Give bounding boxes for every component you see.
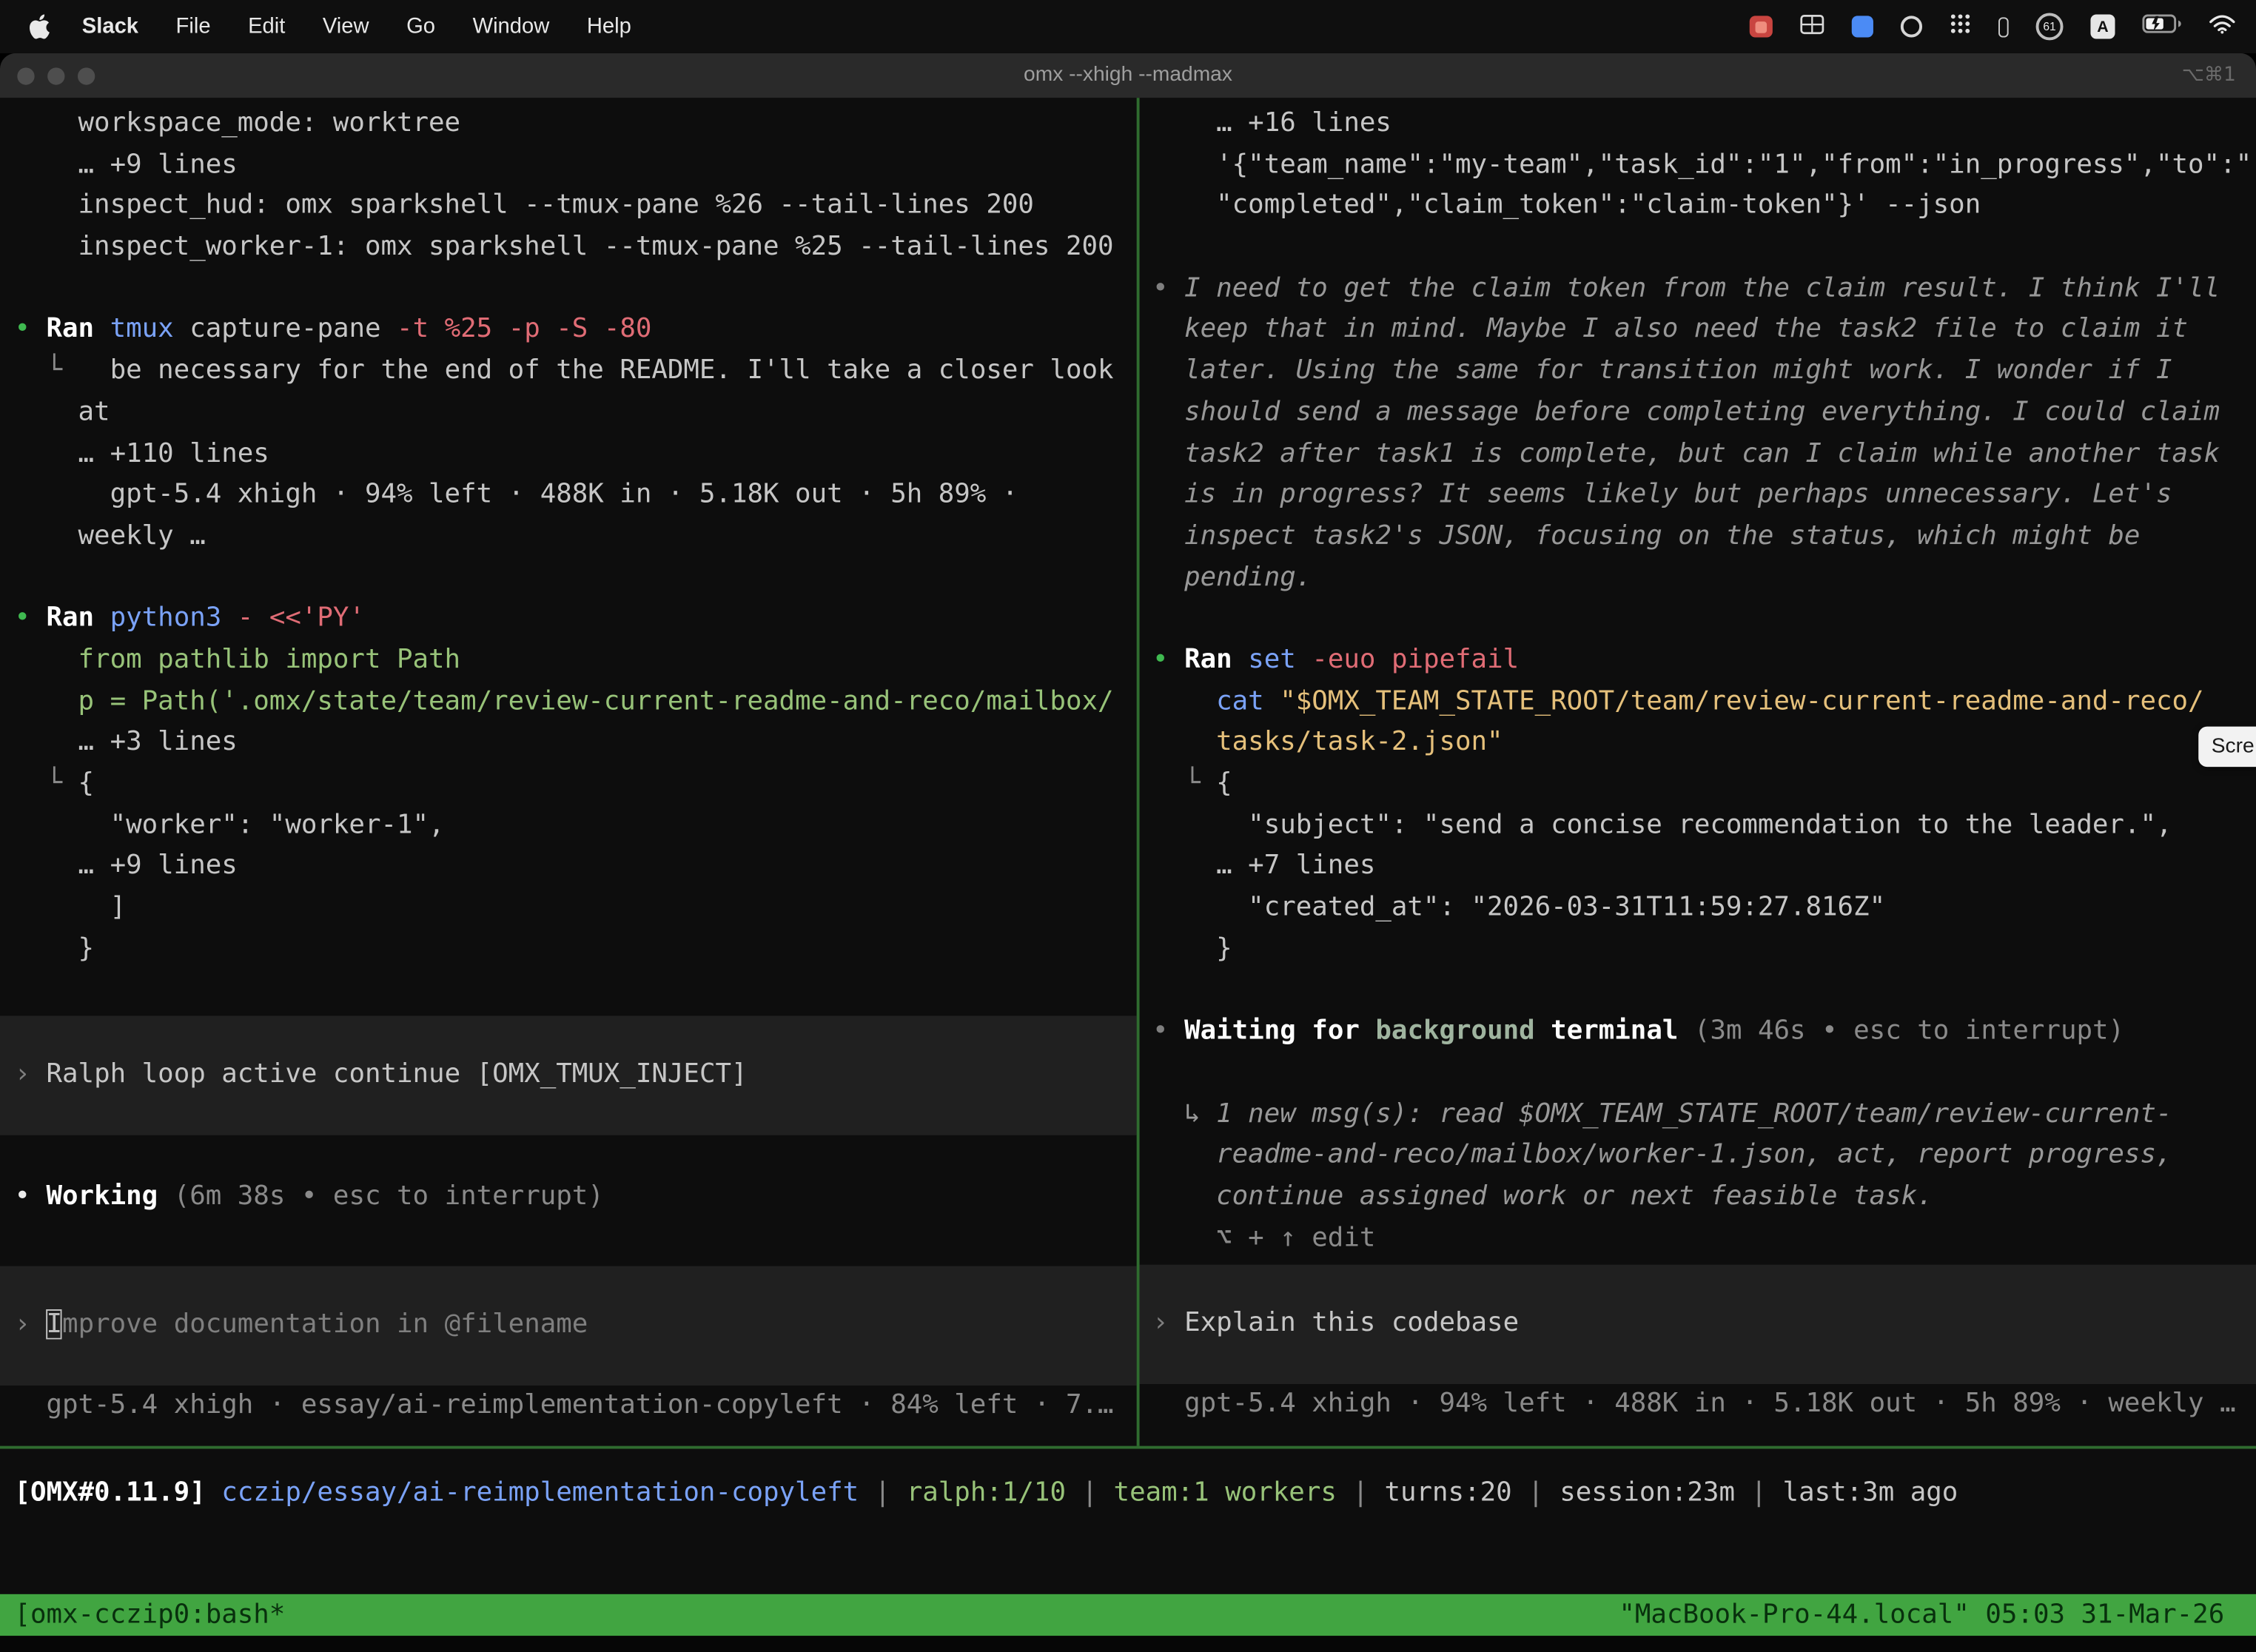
terminal-line: ↳ 1 new msg(s): read $OMX_TEAM_STATE_ROO… — [1140, 1094, 2256, 1135]
window-titlebar[interactable]: omx --xhigh --madmax ⌥⌘1 — [0, 53, 2256, 99]
terminal-line: … +9 lines — [0, 847, 1137, 888]
terminal-line: continue assigned work or next feasible … — [1140, 1177, 2256, 1218]
input-source-icon[interactable]: A — [2090, 14, 2115, 38]
terminal-line: later. Using the same for transition mig… — [1140, 352, 2256, 393]
omx-status-pane: [OMX#0.11.9] cczip/essay/ai-reimplementa… — [0, 1448, 2256, 1594]
terminal-line: gpt-5.4 xhigh · 94% left · 488K in · 5.1… — [0, 475, 1137, 517]
terminal-line: ] — [0, 887, 1137, 929]
terminal-line: • Ran set -euo pipefail — [1140, 640, 2256, 682]
window-grid-icon[interactable] — [1800, 13, 1824, 39]
terminal-line — [1140, 1053, 2256, 1095]
terminal-line: should send a message before completing … — [1140, 392, 2256, 434]
apple-menu-icon[interactable] — [29, 14, 50, 38]
terminal-line: } — [0, 929, 1137, 970]
ralph-loop-banner[interactable]: › Ralph loop active continue [OMX_TMUX_I… — [0, 1016, 1137, 1135]
prompt-suggestion[interactable]: › Explain this codebase — [1140, 1265, 2256, 1384]
terminal-line: ⌥ + ↑ edit — [1140, 1218, 2256, 1260]
terminal-line: '{"team_name":"my-team","task_id":"1","f… — [1140, 145, 2256, 187]
terminal-line: cat "$OMX_TEAM_STATE_ROOT/team/review-cu… — [1140, 682, 2256, 723]
terminal-line: … +9 lines — [0, 145, 1137, 187]
terminal-line: … +16 lines — [1140, 104, 2256, 145]
terminal-line: └ { — [1140, 764, 2256, 805]
menu-view[interactable]: View — [323, 14, 369, 38]
terminal-line: … +7 lines — [1140, 847, 2256, 888]
screen: Slack File Edit View Go Window Help 61 A — [0, 0, 2256, 1652]
terminal-line: • Waiting for background terminal (3m 46… — [1140, 1012, 2256, 1053]
terminal-line: • I need to get the claim token from the… — [1140, 269, 2256, 310]
terminal-line: workspace_mode: worktree — [0, 104, 1137, 145]
terminal-content: workspace_mode: worktree … +9 lines insp… — [0, 98, 2256, 1594]
omx-status-line: [OMX#0.11.9] cczip/essay/ai-reimplementa… — [0, 1474, 2256, 1515]
screen-share-overlay[interactable]: Scre — [2198, 727, 2256, 767]
battery-gauge-icon[interactable]: 61 — [2036, 13, 2064, 40]
left-terminal-pane[interactable]: workspace_mode: worktree … +9 lines insp… — [0, 98, 1137, 1446]
terminal-line — [0, 557, 1137, 599]
terminal-line: keep that in mind. Maybe I also need the… — [1140, 310, 2256, 352]
blue-app-icon[interactable] — [1852, 16, 1873, 37]
menu-edit[interactable]: Edit — [248, 14, 285, 38]
terminal-line: • Ran tmux capture-pane -t %25 -p -S -80 — [0, 310, 1137, 352]
terminal-window: omx --xhigh --madmax ⌥⌘1 workspace_mode:… — [0, 53, 2256, 1652]
terminal-line — [1140, 599, 2256, 640]
terminal-line: from pathlib import Path — [0, 640, 1137, 682]
window-title: omx --xhigh --madmax — [0, 53, 2256, 98]
terminal-line: • Working (6m 38s • esc to interrupt) — [0, 1176, 1137, 1218]
terminal-line — [1140, 970, 2256, 1012]
terminal-line: └ be necessary for the end of the README… — [0, 352, 1137, 393]
slim-device-icon[interactable] — [1998, 16, 2009, 36]
terminal-line: └ { — [0, 764, 1137, 805]
terminal-line — [1140, 227, 2256, 269]
screen-recording-icon[interactable] — [1750, 16, 1773, 37]
window-shortcut-hint: ⌥⌘1 — [2182, 53, 2236, 98]
wifi-icon[interactable] — [2209, 13, 2236, 39]
battery-icon[interactable] — [2142, 14, 2181, 38]
terminal-line: tasks/task-2.json" — [1140, 722, 2256, 764]
round-app-icon[interactable] — [1901, 16, 1922, 37]
terminal-line: gpt-5.4 xhigh · essay/ai-reimplementatio… — [0, 1385, 1137, 1426]
terminal-line: … +110 lines — [0, 434, 1137, 475]
terminal-line: "subject": "send a concise recommendatio… — [1140, 805, 2256, 847]
terminal-line: } — [1140, 929, 2256, 970]
menu-help[interactable]: Help — [587, 14, 631, 38]
tmux-host-clock: "MacBook-Pro-44.local" 05:03 31-Mar-26 — [1619, 1594, 2224, 1636]
terminal-line — [0, 970, 1137, 1012]
terminal-line — [0, 269, 1137, 310]
terminal-line: inspect_hud: omx sparkshell --tmux-pane … — [0, 186, 1137, 227]
terminal-line: inspect task2's JSON, focusing on the st… — [1140, 517, 2256, 558]
terminal-line: "worker": "worker-1", — [0, 805, 1137, 847]
terminal-line: is in progress? It seems likely but perh… — [1140, 475, 2256, 517]
terminal-line: weekly … — [0, 517, 1137, 558]
menu-status-icons: 61 A — [1750, 0, 2256, 53]
terminal-line: "completed","claim_token":"claim-token"}… — [1140, 186, 2256, 227]
menu-file[interactable]: File — [176, 14, 211, 38]
right-terminal-pane[interactable]: … +16 lines '{"team_name":"my-team","tas… — [1140, 98, 2256, 1446]
menu-app-name[interactable]: Slack — [82, 14, 138, 38]
window-bottom-strip — [0, 1636, 2256, 1651]
menu-bar: Slack File Edit View Go Window Help 61 A — [0, 0, 2256, 53]
menu-go[interactable]: Go — [406, 14, 435, 38]
terminal-line — [0, 1135, 1137, 1176]
dots-grid-icon[interactable] — [1950, 13, 1971, 40]
tmux-session-info: [omx-cczip0:bash* — [14, 1594, 285, 1636]
menu-window[interactable]: Window — [473, 14, 550, 38]
terminal-line: "created_at": "2026-03-31T11:59:27.816Z" — [1140, 887, 2256, 929]
terminal-line: • Ran python3 - <<'PY' — [0, 599, 1137, 640]
terminal-line: at — [0, 392, 1137, 434]
terminal-line: readme-and-reco/mailbox/worker-1.json, a… — [1140, 1135, 2256, 1177]
tmux-status-bar: [omx-cczip0:bash* "MacBook-Pro-44.local"… — [0, 1594, 2256, 1636]
terminal-line: inspect_worker-1: omx sparkshell --tmux-… — [0, 227, 1137, 269]
terminal-line: pending. — [1140, 557, 2256, 599]
prompt-input[interactable]: › Improve documentation in @filename — [0, 1266, 1137, 1385]
terminal-line: … +3 lines — [0, 722, 1137, 764]
terminal-line — [0, 1218, 1137, 1259]
terminal-line: gpt-5.4 xhigh · 94% left · 488K in · 5.1… — [1140, 1384, 2256, 1426]
terminal-line: p = Path('.omx/state/team/review-current… — [0, 682, 1137, 723]
terminal-line: task2 after task1 is complete, but can I… — [1140, 434, 2256, 475]
